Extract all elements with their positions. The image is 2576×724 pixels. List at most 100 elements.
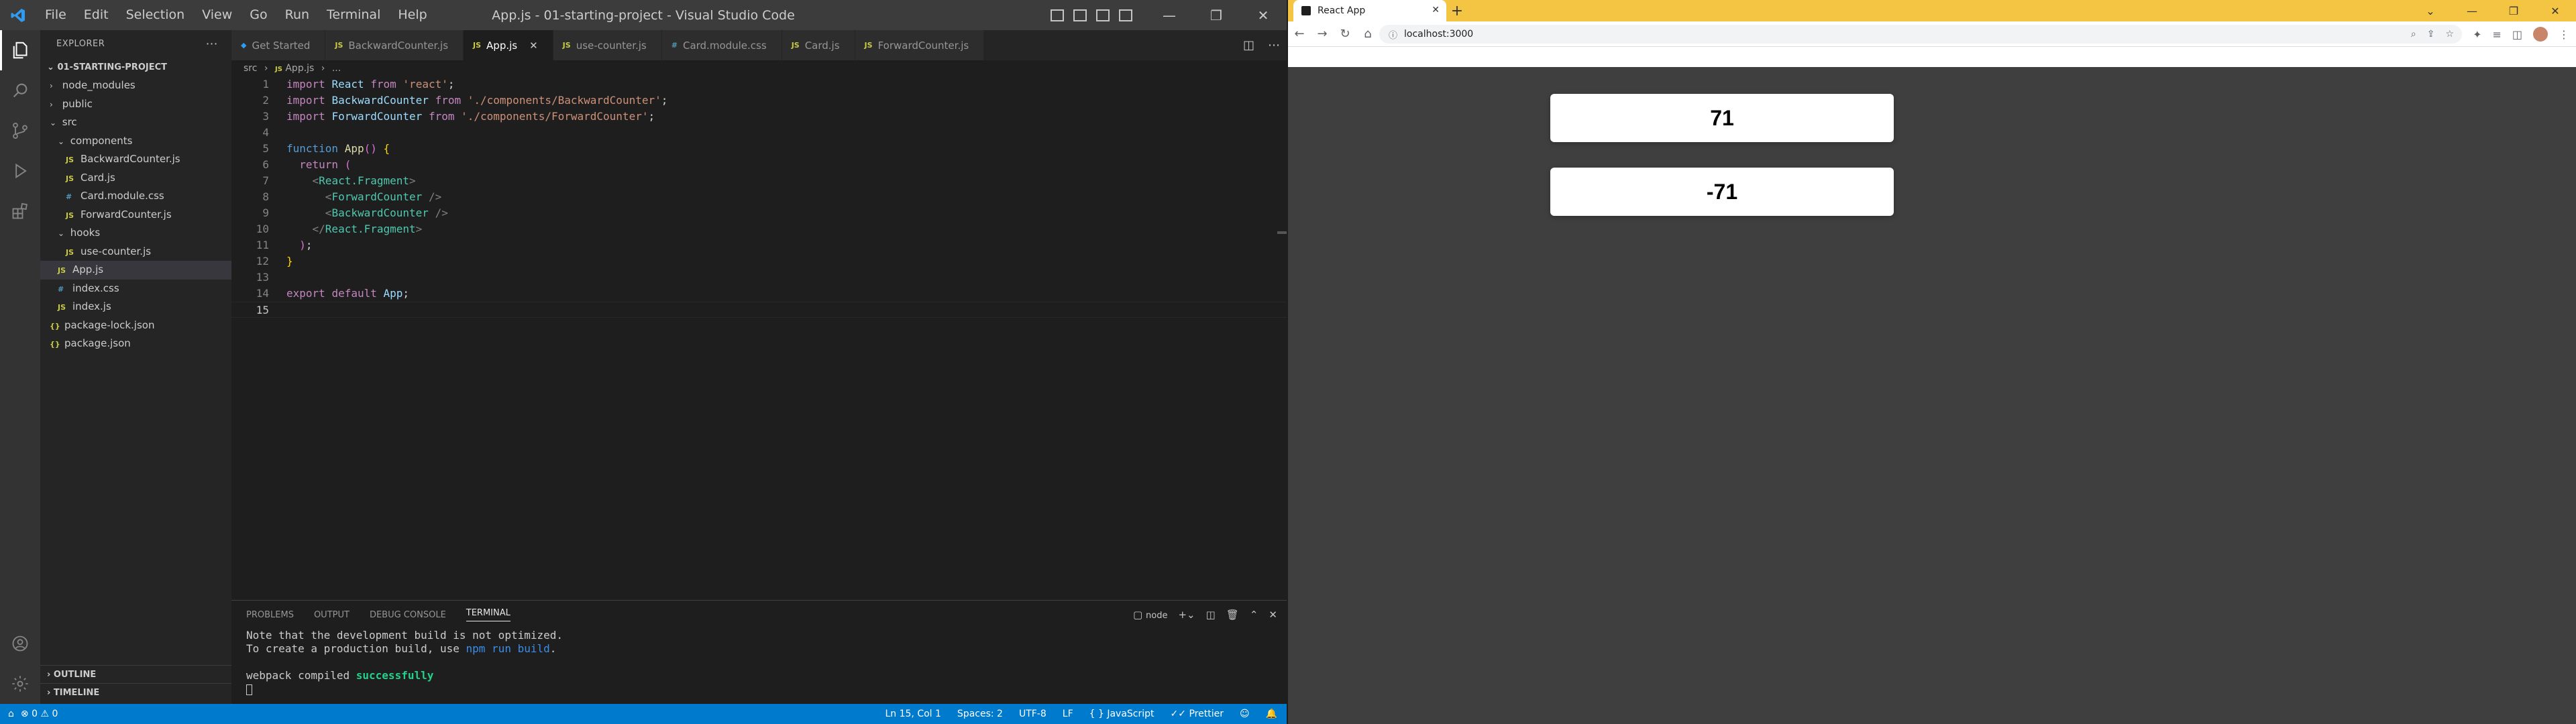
more-actions-icon[interactable]: ⋯ xyxy=(206,30,219,58)
editor-tab[interactable]: # Card.module.css xyxy=(661,30,782,60)
minimize-icon[interactable]: — xyxy=(1146,0,1193,30)
close-tab-icon[interactable]: ✕ xyxy=(529,40,538,52)
language-mode[interactable]: { } JavaScript xyxy=(1089,709,1155,719)
manage-gear-icon[interactable] xyxy=(0,664,40,704)
tree-file[interactable]: JS BackwardCounter.js xyxy=(40,150,231,169)
new-tab-icon[interactable]: + xyxy=(1446,0,1468,21)
tree-folder[interactable]: ⌄ src xyxy=(40,113,231,132)
toggle-secondary-sidebar-icon[interactable] xyxy=(1096,9,1110,21)
avatar[interactable] xyxy=(2533,27,2548,42)
tree-file[interactable]: {} package-lock.json xyxy=(40,316,231,335)
restore-icon[interactable]: ❐ xyxy=(1193,0,1240,30)
toggle-panel-icon[interactable] xyxy=(1073,9,1087,21)
media-control-icon[interactable]: ≡ xyxy=(2492,28,2501,41)
home-icon[interactable]: ⌂ xyxy=(1356,27,1379,41)
reload-icon[interactable]: ↻ xyxy=(1334,27,1356,41)
breadcrumb-src[interactable]: src xyxy=(244,63,257,74)
search-icon[interactable] xyxy=(0,70,40,111)
encoding[interactable]: UTF-8 xyxy=(1019,709,1046,719)
menu-selection[interactable]: Selection xyxy=(117,0,194,30)
explorer-icon[interactable] xyxy=(0,30,40,70)
timeline-section[interactable]: › TIMELINE xyxy=(40,683,231,701)
end-of-line[interactable]: LF xyxy=(1063,709,1073,719)
source-control-icon[interactable] xyxy=(0,111,40,151)
prettier-status[interactable]: ✓✓ Prettier xyxy=(1171,709,1224,719)
restore-icon[interactable]: ❐ xyxy=(2493,0,2534,21)
share-icon[interactable]: ⇪ xyxy=(2427,29,2435,40)
project-root[interactable]: ⌄ 01-STARTING-PROJECT xyxy=(40,58,231,76)
address-bar[interactable]: ⓘ localhost:3000 ⌕ ⇪ ☆ xyxy=(1379,25,2462,44)
minimize-icon[interactable]: — xyxy=(2451,0,2493,21)
zoom-search-icon[interactable]: ⌕ xyxy=(2411,29,2416,40)
bookmark-star-icon[interactable]: ☆ xyxy=(2445,29,2454,40)
tree-folder[interactable]: › node_modules xyxy=(40,76,231,95)
forward-icon[interactable]: → xyxy=(1311,27,1334,41)
tree-file[interactable]: JS use-counter.js xyxy=(40,243,231,261)
code-editor[interactable]: 1 import React from 'react'; 2 import Backw… xyxy=(231,76,1287,318)
menu-help[interactable]: Help xyxy=(389,0,435,30)
feedback-icon[interactable]: ☺ xyxy=(1240,709,1250,719)
code-line: 6 return ( xyxy=(231,157,1287,173)
menu-go[interactable]: Go xyxy=(241,0,276,30)
tab-output[interactable]: OUTPUT xyxy=(314,610,350,620)
extensions-puzzle-icon[interactable]: ✦ xyxy=(2473,28,2481,41)
problems-status[interactable]: ⊗ 0 ⚠ 0 xyxy=(21,709,58,719)
split-terminal-icon[interactable]: ◫ xyxy=(1206,609,1216,621)
browser-menu-icon[interactable]: ⋮ xyxy=(2559,28,2569,41)
accounts-icon[interactable] xyxy=(0,623,40,664)
menu-terminal[interactable]: Terminal xyxy=(318,0,389,30)
toggle-sidebar-icon[interactable] xyxy=(1051,9,1064,21)
warning-count: 0 xyxy=(52,709,58,719)
tree-file[interactable]: # index.css xyxy=(40,280,231,298)
tree-file[interactable]: JS index.js xyxy=(40,298,231,316)
menu-run[interactable]: Run xyxy=(276,0,318,30)
remote-icon[interactable]: ⌂ xyxy=(8,709,14,719)
kill-terminal-icon[interactable]: 🗑 xyxy=(1226,609,1239,621)
tab-search-icon[interactable]: ⌄ xyxy=(2410,0,2451,21)
editor-tab[interactable]: JS use-counter.js xyxy=(553,30,662,60)
outline-section[interactable]: › OUTLINE xyxy=(40,665,231,683)
editor-tab[interactable]: ◆ Get Started xyxy=(231,30,326,60)
tree-file[interactable]: JS App.js xyxy=(40,261,231,280)
notifications-bell-icon[interactable]: 🔔 xyxy=(1266,709,1277,719)
tree-file[interactable]: # Card.module.css xyxy=(40,187,231,206)
site-info-icon[interactable]: ⓘ xyxy=(1389,28,1397,41)
tree-file[interactable]: JS Card.js xyxy=(40,169,231,188)
breadcrumb-file[interactable]: App.js xyxy=(285,63,314,74)
breadcrumb-symbol[interactable]: ... xyxy=(332,63,341,74)
split-editor-icon[interactable]: ◫ xyxy=(1243,38,1254,52)
extensions-icon[interactable] xyxy=(0,191,40,231)
close-tab-icon[interactable]: ✕ xyxy=(1432,5,1440,15)
terminal-select[interactable]: ▢ node xyxy=(1133,609,1167,621)
cursor-position[interactable]: Ln 15, Col 1 xyxy=(885,709,941,719)
menu-edit[interactable]: Edit xyxy=(75,0,117,30)
editor-tab[interactable]: JS Card.js xyxy=(782,30,855,60)
menu-view[interactable]: View xyxy=(193,0,241,30)
tab-debug-console[interactable]: DEBUG CONSOLE xyxy=(370,610,446,620)
terminal-command: npm run build xyxy=(466,642,550,655)
browser-tab[interactable]: React App ✕ xyxy=(1293,0,1446,21)
terminal-output[interactable]: Note that the development build is not o… xyxy=(231,629,1287,696)
close-panel-icon[interactable]: ✕ xyxy=(1269,609,1277,621)
customize-layout-icon[interactable] xyxy=(1119,9,1132,21)
side-panel-icon[interactable]: ◫ xyxy=(2512,28,2522,41)
tree-file[interactable]: JS ForwardCounter.js xyxy=(40,206,231,225)
new-terminal-icon[interactable]: +⌄ xyxy=(1178,609,1195,621)
editor-tab[interactable]: JS App.js ✕ xyxy=(464,30,553,60)
close-icon[interactable]: ✕ xyxy=(2534,0,2576,21)
tree-file[interactable]: {} package.json xyxy=(40,335,231,353)
more-actions-icon[interactable]: ⋯ xyxy=(1268,38,1280,52)
menu-file[interactable]: File xyxy=(36,0,75,30)
close-icon[interactable]: ✕ xyxy=(1240,0,1287,30)
run-debug-icon[interactable] xyxy=(0,151,40,191)
editor-tab[interactable]: JS BackwardCounter.js xyxy=(325,30,464,60)
tree-folder[interactable]: ⌄ components xyxy=(40,132,231,151)
indentation[interactable]: Spaces: 2 xyxy=(957,709,1003,719)
tab-problems[interactable]: PROBLEMS xyxy=(246,610,294,620)
tree-folder[interactable]: ⌄ hooks xyxy=(40,224,231,243)
tree-folder[interactable]: › public xyxy=(40,95,231,114)
tab-terminal[interactable]: TERMINAL xyxy=(466,608,511,621)
maximize-panel-icon[interactable]: ⌃ xyxy=(1250,609,1258,621)
editor-tab[interactable]: JS ForwardCounter.js xyxy=(855,30,985,60)
back-icon[interactable]: ← xyxy=(1288,27,1311,41)
